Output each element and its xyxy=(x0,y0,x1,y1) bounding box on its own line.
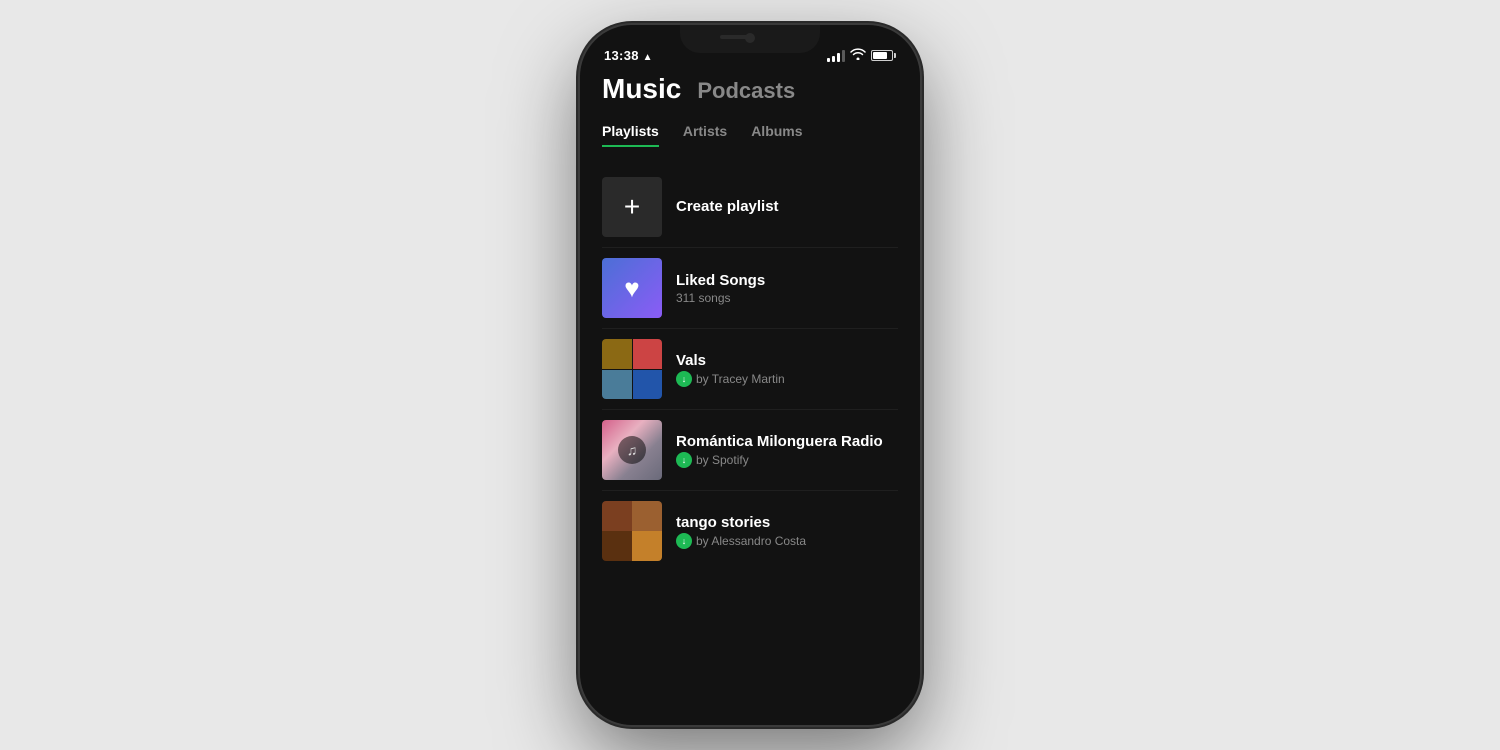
playlist-name: tango stories xyxy=(676,514,898,531)
downloaded-icon: ↓ xyxy=(676,452,692,468)
playlist-info: Create playlist xyxy=(676,198,898,217)
podcasts-tab[interactable]: Podcasts xyxy=(697,78,795,104)
tango-mosaic-cell xyxy=(602,531,632,561)
albums-tab[interactable]: Albums xyxy=(751,123,802,147)
screen: 13:38 ▲ xyxy=(580,25,920,725)
earpiece-speaker xyxy=(720,35,750,39)
tango-mosaic-cell xyxy=(632,501,662,531)
phone-frame: 13:38 ▲ xyxy=(580,25,920,725)
list-item[interactable]: + Create playlist xyxy=(602,167,898,247)
romantica-thumb: ♫ xyxy=(602,420,662,480)
downloaded-icon: ↓ xyxy=(676,533,692,549)
playlist-meta: ↓ by Alessandro Costa xyxy=(676,533,898,549)
header-tabs: Music Podcasts xyxy=(602,73,898,105)
create-playlist-thumb: + xyxy=(602,177,662,237)
playlist-name: Create playlist xyxy=(676,198,898,215)
app-content: Music Podcasts Playlists Artists Albums xyxy=(580,69,920,571)
tango-thumb xyxy=(602,501,662,561)
power-button xyxy=(920,193,924,273)
playlist-meta: 311 songs xyxy=(676,291,898,305)
wifi-icon xyxy=(850,48,866,63)
vals-thumb xyxy=(602,339,662,399)
playlist-info: Romántica Milonguera Radio ↓ by Spotify xyxy=(676,433,898,468)
playlist-meta: ↓ by Tracey Martin xyxy=(676,371,898,387)
downloaded-icon: ↓ xyxy=(676,371,692,387)
mosaic-cell xyxy=(633,370,663,400)
signal-icon xyxy=(827,50,845,62)
playlist-name: Romántica Milonguera Radio xyxy=(676,433,898,450)
playlist-name: Liked Songs xyxy=(676,272,898,289)
phone-wrapper: 13:38 ▲ xyxy=(580,25,920,725)
tango-mosaic-cell xyxy=(602,501,632,531)
mosaic-cell xyxy=(602,370,632,400)
playlist-info: Vals ↓ by Tracey Martin xyxy=(676,352,898,387)
playlists-tab[interactable]: Playlists xyxy=(602,123,659,147)
list-item[interactable]: tango stories ↓ by Alessandro Costa xyxy=(602,491,898,571)
location-arrow-icon: ▲ xyxy=(643,52,653,63)
tango-mosaic-cell xyxy=(632,531,662,561)
playlist-meta: ↓ by Spotify xyxy=(676,452,898,468)
artists-tab[interactable]: Artists xyxy=(683,123,727,147)
playlist-info: Liked Songs 311 songs xyxy=(676,272,898,305)
sub-tabs: Playlists Artists Albums xyxy=(602,123,898,147)
status-time: 13:38 ▲ xyxy=(604,48,653,63)
playlist-name: Vals xyxy=(676,352,898,369)
liked-songs-thumb: ♥ xyxy=(602,258,662,318)
playlist-list: + Create playlist ♥ Liked Songs xyxy=(602,167,898,571)
list-item[interactable]: ♫ Romántica Milonguera Radio ↓ by Spotif… xyxy=(602,410,898,490)
plus-icon: + xyxy=(624,193,640,221)
battery-icon xyxy=(871,50,896,61)
list-item[interactable]: ♥ Liked Songs 311 songs xyxy=(602,248,898,328)
heart-icon: ♥ xyxy=(624,273,639,304)
mosaic-cell xyxy=(633,339,663,369)
music-tab[interactable]: Music xyxy=(602,73,681,105)
status-icons xyxy=(827,48,896,63)
mosaic-cell xyxy=(602,339,632,369)
notch xyxy=(680,25,820,53)
list-item[interactable]: Vals ↓ by Tracey Martin xyxy=(602,329,898,409)
playlist-info: tango stories ↓ by Alessandro Costa xyxy=(676,514,898,549)
